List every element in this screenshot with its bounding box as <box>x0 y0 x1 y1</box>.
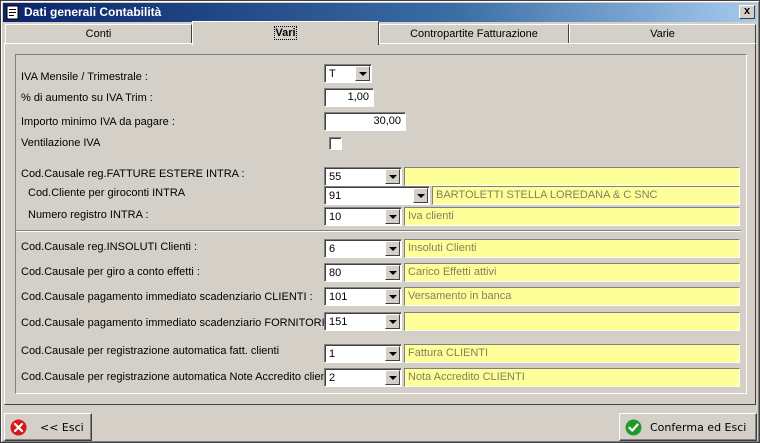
tab-label: Conti <box>85 28 112 40</box>
close-button[interactable]: x <box>739 5 755 19</box>
tab-conti[interactable]: Conti <box>5 24 192 44</box>
tab-label: Contropartite Fatturazione <box>410 28 538 40</box>
esci-button[interactable]: << Esci <box>4 413 92 441</box>
tab-vari[interactable]: Vari <box>192 21 379 45</box>
window-title: Dati generali Contabilità <box>24 5 162 19</box>
title-bar: Dati generali Contabilità x <box>3 3 757 22</box>
conferma-button[interactable]: Conferma ed Esci <box>619 413 757 441</box>
check-icon <box>625 419 642 436</box>
dialog-window: Dati generali Contabilità x Conti Vari C… <box>0 0 760 443</box>
cancel-icon <box>10 419 27 436</box>
panel-frame <box>15 54 747 394</box>
tab-varie[interactable]: Varie <box>569 24 756 44</box>
tab-contropartite-fatturazione[interactable]: Contropartite Fatturazione <box>379 24 569 44</box>
tab-label: Varie <box>650 28 675 40</box>
conferma-label: Conferma ed Esci <box>650 421 747 434</box>
app-icon <box>6 5 19 20</box>
tab-label: Vari <box>274 26 297 40</box>
esci-label: << Esci <box>40 421 84 434</box>
tab-panel <box>4 43 756 405</box>
